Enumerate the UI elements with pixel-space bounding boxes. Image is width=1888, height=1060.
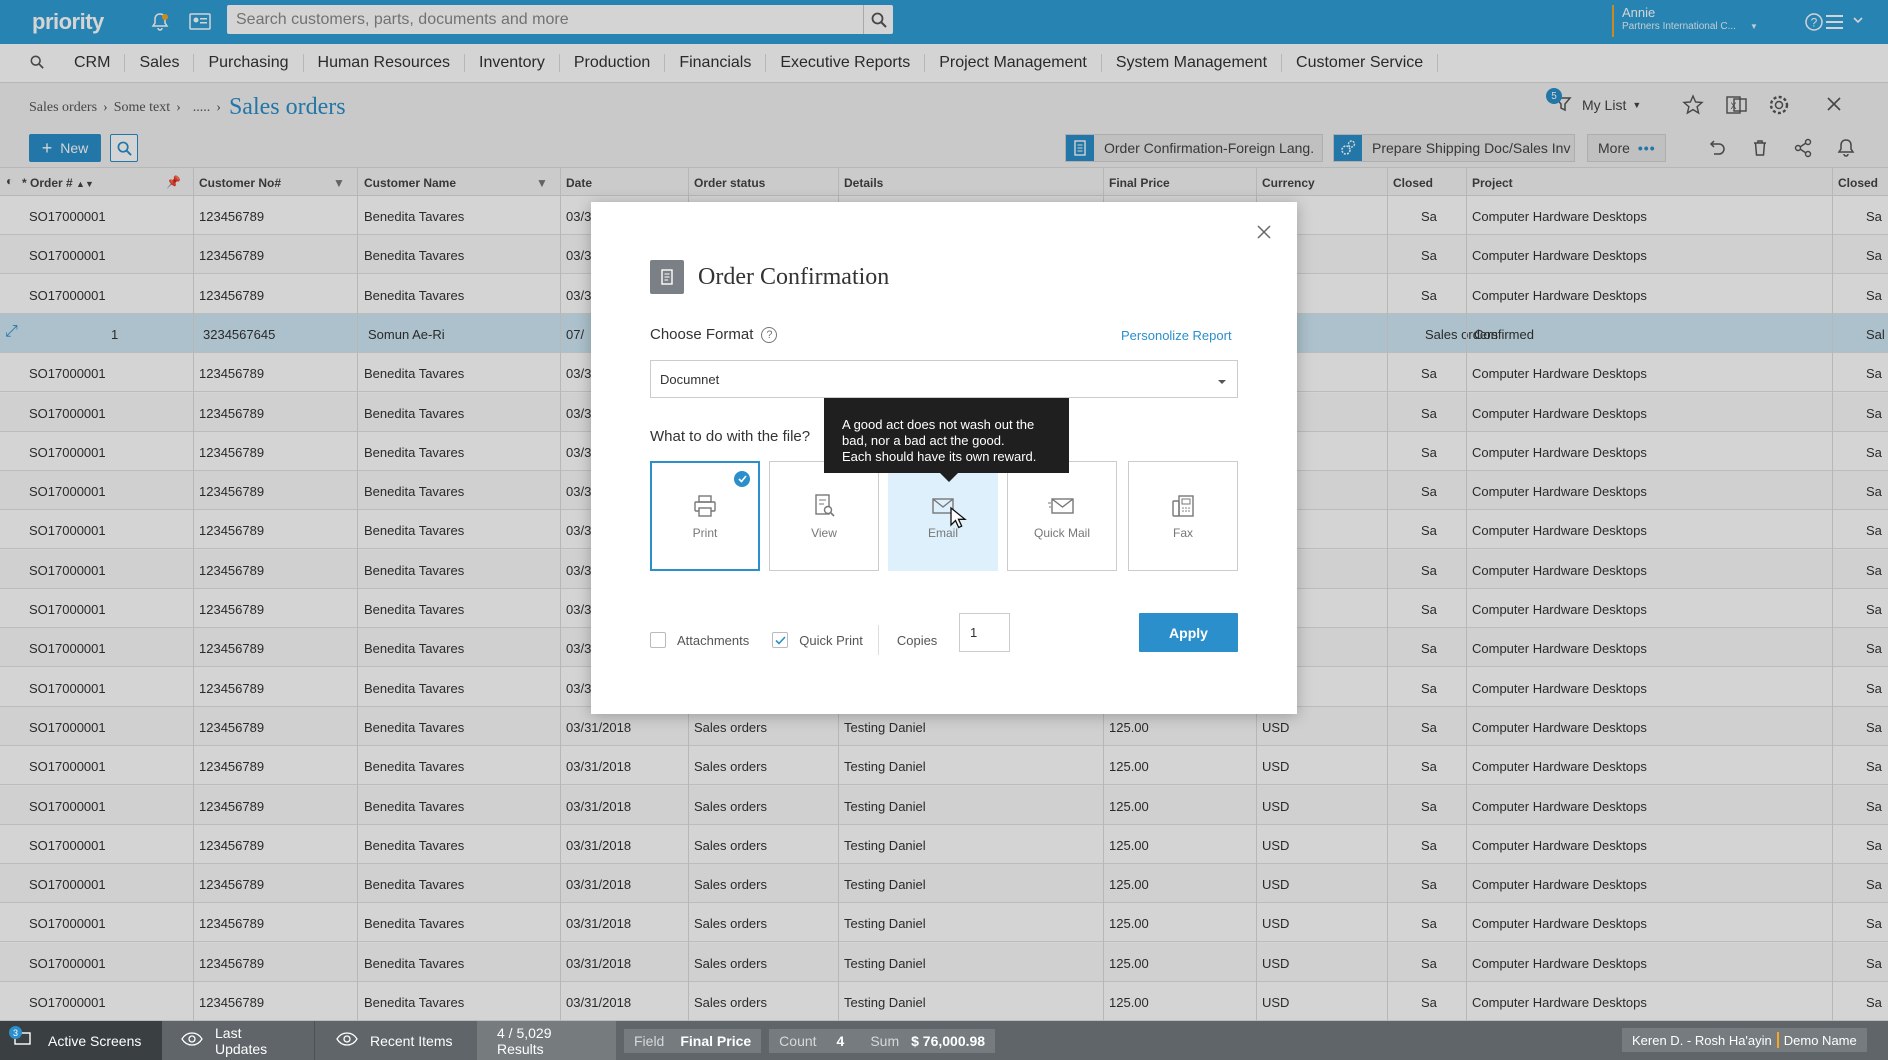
format-select-value: Documnet (660, 371, 720, 387)
apply-button[interactable]: Apply (1139, 613, 1238, 652)
check-icon (775, 635, 786, 645)
document-icon (650, 260, 684, 294)
what-to-do-label: What to do with the file? (650, 428, 811, 445)
option-quick-mail[interactable]: Quick Mail (1007, 461, 1117, 571)
last-updates-button[interactable]: Last Updates (162, 1021, 315, 1060)
quick-print-checkbox[interactable] (772, 632, 789, 648)
screens-icon: 3 (9, 1026, 32, 1051)
personalize-report-link[interactable]: Personolize Report (1121, 328, 1232, 343)
status-bar: 3 Active Screens Last Updates Recent Ite… (0, 1021, 1888, 1060)
dialog-title: Order Confirmation (698, 263, 890, 290)
option-print-label: Print (692, 525, 718, 540)
chevron-down-icon (1217, 374, 1227, 389)
recent-items-button[interactable]: Recent Items (315, 1021, 477, 1060)
results-count: 4 / 5,029 Results (477, 1021, 616, 1060)
user-environment[interactable]: Keren D. - Rosh Ha'ayin Demo Name (1622, 1028, 1867, 1052)
format-select[interactable]: Documnet (650, 360, 1238, 398)
option-quick-mail-label: Quick Mail (1033, 525, 1090, 540)
field-summary: Field Final Price (624, 1028, 762, 1053)
close-icon[interactable] (1256, 224, 1272, 243)
fax-icon (1170, 493, 1196, 522)
option-fax-label: Fax (1172, 525, 1193, 540)
document-search-icon (811, 493, 837, 522)
option-view-label: View (811, 525, 837, 540)
option-view[interactable]: View (769, 461, 879, 571)
eye-icon (336, 1032, 358, 1049)
attachments-checkbox[interactable] (650, 632, 666, 648)
quick-mail-icon (1048, 493, 1076, 522)
choose-format-label: Choose Format (650, 326, 754, 343)
eye-icon (181, 1032, 203, 1049)
quick-print-label: Quick Print (799, 632, 863, 648)
printer-icon (692, 493, 718, 522)
option-print[interactable]: Print (650, 461, 760, 571)
active-screens-count: 3 (9, 1026, 22, 1039)
copies-input[interactable]: 1 (959, 613, 1010, 652)
check-icon (734, 471, 750, 487)
help-icon[interactable]: ? (761, 326, 778, 343)
option-fax[interactable]: Fax (1128, 461, 1238, 571)
email-tooltip: A good act does not wash out the bad, no… (824, 398, 1069, 482)
mouse-cursor-icon (949, 506, 969, 533)
copies-label: Copies (896, 632, 938, 648)
active-screens-button[interactable]: 3 Active Screens (0, 1021, 162, 1060)
attachments-label: Attachments (677, 632, 750, 648)
count-summary: Count 4 Sum $ 76,000.98 (769, 1028, 996, 1053)
